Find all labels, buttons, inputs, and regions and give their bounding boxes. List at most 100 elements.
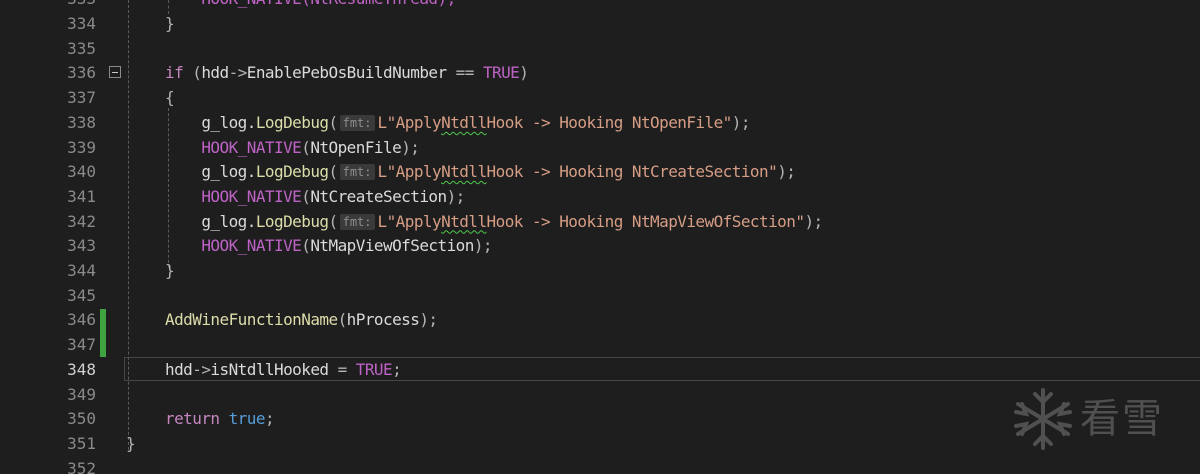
- code-token: }: [165, 261, 175, 280]
- code-token: TRUE: [482, 63, 520, 83]
- code-token: );: [401, 137, 420, 157]
- code-line[interactable]: 333 HOOK_NATIVE(NtResumeThread);: [0, 0, 1200, 12]
- parameter-hint: fmt:: [339, 213, 375, 230]
- line-number: 351: [67, 433, 96, 453]
- code-token: NtMapViewOfSection: [310, 236, 474, 256]
- code-text[interactable]: }: [126, 432, 136, 457]
- code-token: );: [804, 211, 823, 231]
- code-text[interactable]: return true;: [165, 407, 275, 432]
- code-token: HOOK_NATIVE: [165, 236, 302, 256]
- code-token: (: [301, 186, 311, 206]
- line-number: 336: [67, 63, 96, 83]
- code-token: ->: [192, 359, 211, 379]
- watermark: 看雪: [1000, 378, 1200, 458]
- code-text[interactable]: hdd->isNtdllHooked = TRUE;: [165, 358, 402, 383]
- code-token: hdd: [165, 359, 193, 379]
- line-number: 337: [67, 88, 96, 108]
- code-text[interactable]: g_log.LogDebug(fmt: L"ApplyNtdllHook -> H…: [165, 111, 750, 136]
- code-token: g_log.: [165, 112, 256, 132]
- code-line[interactable]: 344}: [0, 259, 1200, 284]
- code-text[interactable]: AddWineFunctionName(hProcess);: [165, 308, 438, 333]
- code-token: HOOK_NATIVE(NtResumeThread);: [165, 0, 456, 8]
- line-number: 345: [67, 285, 96, 305]
- code-token: (: [301, 137, 311, 157]
- code-token: );: [777, 162, 796, 182]
- parameter-hint: fmt:: [339, 164, 375, 181]
- code-token: LogDebug: [255, 112, 329, 132]
- code-text[interactable]: HOOK_NATIVE(NtResumeThread);: [165, 0, 456, 12]
- code-token: =: [328, 359, 356, 379]
- code-text[interactable]: HOOK_NATIVE(NtOpenFile);: [165, 136, 420, 161]
- code-line[interactable]: 339 HOOK_NATIVE(NtOpenFile);: [0, 136, 1200, 161]
- code-token: g_log.: [165, 162, 256, 182]
- code-line[interactable]: 336 if (hdd->EnablePebOsBuildNumber == TR…: [0, 61, 1200, 86]
- line-number: 343: [67, 236, 96, 256]
- line-number: 339: [67, 137, 96, 157]
- code-token: true: [228, 409, 266, 429]
- code-token: TRUE: [355, 359, 393, 379]
- code-token: (: [328, 211, 339, 231]
- line-number: 347: [67, 335, 96, 355]
- code-token: }: [126, 433, 136, 453]
- code-line[interactable]: 338 g_log.LogDebug(fmt: L"ApplyNtdllHook …: [0, 111, 1200, 136]
- code-token: ;: [392, 359, 402, 379]
- line-number: 342: [67, 211, 96, 231]
- code-line[interactable]: 343 HOOK_NATIVE(NtMapViewOfSection);: [0, 234, 1200, 259]
- line-number: 334: [67, 14, 96, 33]
- code-token: ->: [228, 63, 248, 83]
- code-token: L"Apply: [377, 162, 442, 182]
- code-line[interactable]: 342 g_log.LogDebug(fmt: L"ApplyNtdllHook …: [0, 210, 1200, 235]
- code-token: (: [337, 310, 348, 330]
- line-number: 352: [67, 458, 96, 474]
- code-text[interactable]: g_log.LogDebug(fmt: L"ApplyNtdllHook -> H…: [165, 210, 823, 235]
- code-token: Hook -> Hooking NtCreateSection": [486, 162, 778, 182]
- code-token: HOOK_NATIVE: [165, 137, 302, 157]
- code-token: );: [446, 186, 466, 206]
- code-token: EnablePebOsBuildNumber: [246, 63, 447, 83]
- line-number: 346: [67, 310, 96, 330]
- code-token: if: [165, 63, 184, 83]
- code-text[interactable]: }: [165, 12, 175, 37]
- code-text[interactable]: HOOK_NATIVE(NtMapViewOfSection);: [165, 234, 492, 259]
- code-token: LogDebug: [255, 211, 329, 231]
- code-token: hdd: [201, 63, 229, 83]
- code-line[interactable]: 346 AddWineFunctionName(hProcess);: [0, 308, 1200, 333]
- code-token: HOOK_NATIVE: [165, 186, 302, 206]
- code-token: );: [419, 310, 438, 330]
- line-number: 340: [67, 162, 96, 182]
- parameter-hint: fmt:: [339, 114, 375, 131]
- code-line[interactable]: 347: [0, 333, 1200, 358]
- code-token: L"Apply: [377, 211, 442, 231]
- code-token: {: [165, 88, 175, 108]
- line-number: 338: [67, 112, 96, 132]
- code-token: return: [165, 409, 220, 429]
- line-number: 348: [67, 359, 96, 379]
- code-token: LogDebug: [255, 162, 329, 182]
- code-line[interactable]: 352: [0, 457, 1200, 474]
- code-text[interactable]: HOOK_NATIVE(NtCreateSection);: [165, 185, 465, 210]
- code-line[interactable]: 335: [0, 37, 1200, 62]
- code-line[interactable]: 337 {: [0, 86, 1200, 111]
- code-text[interactable]: if (hdd->EnablePebOsBuildNumber == TRUE): [165, 61, 529, 86]
- code-text[interactable]: }: [165, 259, 175, 284]
- code-line[interactable]: 340 g_log.LogDebug(fmt: L"ApplyNtdllHook …: [0, 160, 1200, 185]
- code-line[interactable]: 334}: [0, 12, 1200, 37]
- code-text[interactable]: {: [165, 86, 175, 111]
- code-token: NtOpenFile: [310, 137, 402, 157]
- line-number: 350: [67, 409, 96, 429]
- spell-warning-token: Ntdll: [441, 162, 487, 182]
- code-text[interactable]: g_log.LogDebug(fmt: L"ApplyNtdllHook -> H…: [165, 160, 796, 185]
- spell-warning-token: Ntdll: [441, 112, 487, 132]
- code-token: ==: [446, 63, 483, 83]
- code-editor[interactable]: 333 HOOK_NATIVE(NtResumeThread);334}3353…: [0, 0, 1200, 474]
- code-line[interactable]: 345: [0, 284, 1200, 309]
- code-token: (: [183, 63, 202, 83]
- code-token: ): [519, 63, 529, 83]
- code-token: isNtdllHooked: [210, 359, 329, 379]
- code-line[interactable]: 341 HOOK_NATIVE(NtCreateSection);: [0, 185, 1200, 210]
- code-token: Hook -> Hooking NtOpenFile": [486, 112, 733, 132]
- code-token: (: [301, 236, 311, 256]
- code-token: );: [731, 112, 751, 132]
- code-token: hProcess: [346, 310, 420, 330]
